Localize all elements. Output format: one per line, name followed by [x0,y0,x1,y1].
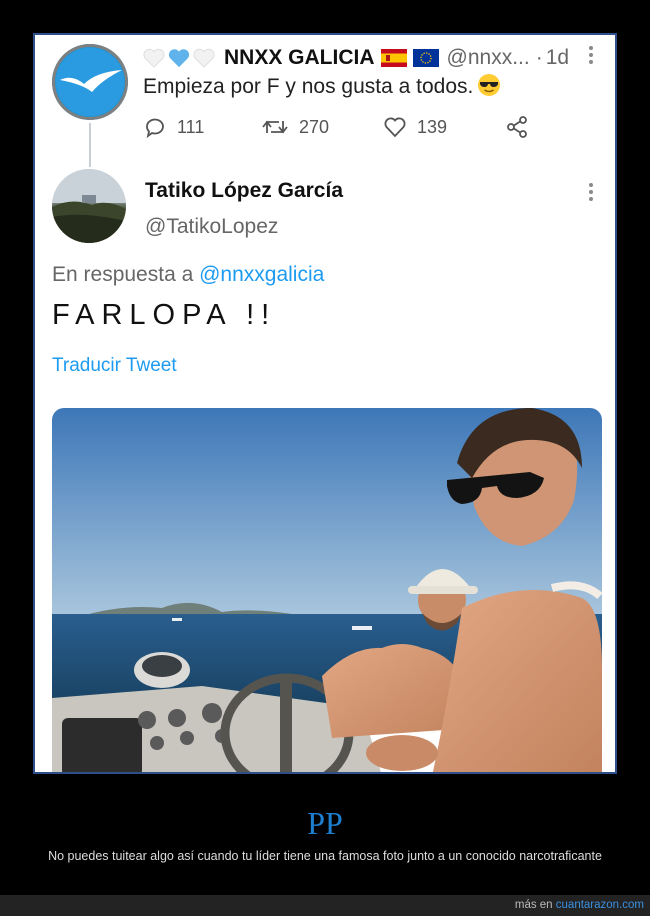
retweet-icon [262,120,288,134]
reply-icon [146,118,164,139]
like-action[interactable]: 139 [383,115,447,139]
white-heart-icon [193,48,215,68]
translate-tweet-link[interactable]: Traducir Tweet [52,355,177,377]
tweet-text: Empieza por F y nos gusta a todos. [143,75,474,98]
retweet-count: 270 [299,116,330,137]
reply-to-prefix: En respuesta a [52,263,194,286]
tweet-author-handle[interactable]: @nnxx... [447,46,530,70]
tweet-text-row: Empieza por F y nos gusta a todos. [143,73,501,99]
seagull-logo-icon [56,48,124,116]
reply-author-handle[interactable]: @TatikoLopez [145,215,278,239]
nnxx-galicia-avatar[interactable] [52,44,128,120]
in-reply-to-line: En respuesta a @nnxxgalicia [52,263,324,287]
tweet-author-name[interactable]: NNXX GALICIA [224,46,375,70]
reply-author-name[interactable]: Tatiko López García [145,179,343,203]
boat-photo-image [52,408,602,772]
tweet-header: NNXX GALICIA @nnxx... · 1d [143,45,569,71]
share-action[interactable] [505,115,539,139]
blue-heart-icon [168,49,190,68]
credit-line: más en cuantarazon.com [515,899,644,911]
credit-prefix: más en [514,899,553,911]
bottom-credit-bar: más en cuantarazon.com [0,895,650,916]
spain-flag-icon [380,49,407,67]
reply-count: 111 [177,116,205,137]
landscape-avatar-image [52,169,126,243]
credit-site-link[interactable]: cuantarazon.com [556,899,644,911]
sunglasses-emoji-icon [478,74,501,96]
like-count: 139 [417,116,448,137]
post-title: PP [307,805,343,841]
tweet-screenshot-frame: NNXX GALICIA @nnxx... · 1d Empieza por F… [33,33,617,774]
tweet-timestamp[interactable]: 1d [546,46,569,70]
share-icon [507,116,527,138]
reply-more-icon[interactable] [588,183,594,205]
reply-text: FARLOPA !! [52,299,277,331]
post-description: No puedes tuitear algo así cuando tu líd… [48,849,602,863]
tatiko-avatar[interactable] [52,169,126,243]
reply-to-mention-link[interactable]: @nnxxgalicia [199,263,324,286]
tweet-actions: 111 270 139 [143,115,543,143]
like-heart-icon [384,117,406,138]
white-heart-icon [143,48,165,68]
retweet-action[interactable]: 270 [261,115,329,139]
thread-connector-line [89,123,91,167]
reply-action[interactable]: 111 [143,115,204,139]
tweet-more-icon[interactable] [588,46,594,68]
eu-flag-icon [412,49,439,67]
attached-photo[interactable] [52,408,602,772]
separator-dot: · [535,46,543,69]
